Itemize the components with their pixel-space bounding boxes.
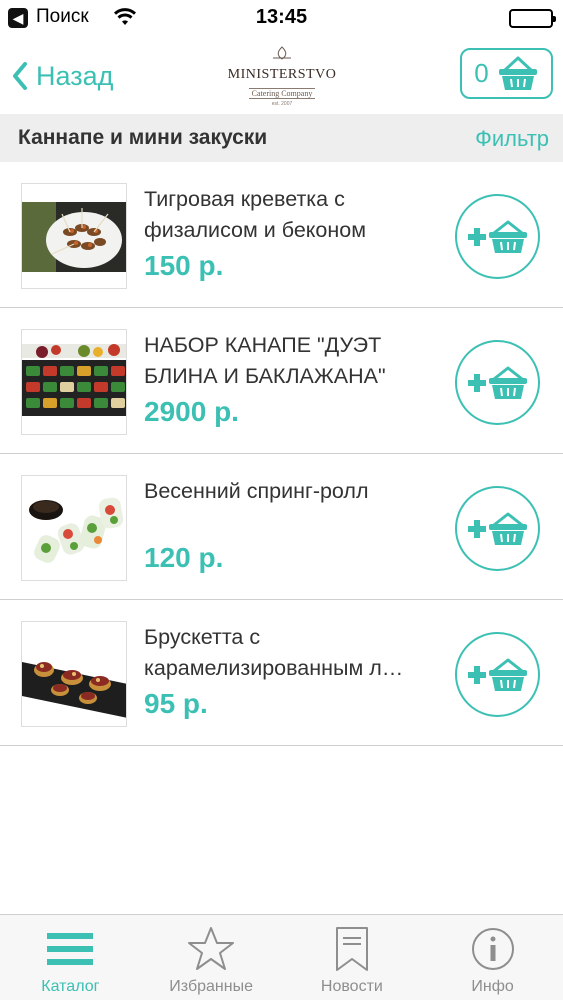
add-to-basket-icon — [467, 366, 527, 399]
product-name: НАБОР КАНАПЕ "ДУЭТ БЛИНА И БАКЛАЖАНА" — [144, 333, 386, 388]
product-thumbnail — [21, 183, 127, 289]
product-name: Брускетта с карамелизированным л… — [144, 625, 404, 680]
product-price: 95 р. — [144, 688, 208, 719]
tab-bar: Каталог Избранные Новости Инфо — [0, 914, 563, 1000]
tab-label: Инфо — [471, 978, 514, 995]
crest-icon — [273, 46, 291, 60]
logo-subtitle: Catering Company — [248, 88, 316, 99]
product-price: 150 р. — [144, 250, 224, 281]
logo-title: MINISTERSTVO — [227, 67, 337, 82]
add-to-cart-button[interactable] — [455, 340, 540, 425]
battery-icon — [509, 9, 556, 28]
cart-button[interactable]: 0 — [460, 48, 553, 99]
product-name: Тигровая креветка с физалисом и беконом — [144, 187, 367, 242]
filter-button[interactable]: Фильтр — [475, 126, 549, 152]
add-to-cart-button[interactable] — [455, 486, 540, 571]
star-icon — [187, 925, 235, 973]
product-row[interactable]: Брускетта с карамелизированным л… 95 р. — [0, 600, 563, 746]
product-name: Весенний спринг-ролл — [144, 479, 369, 503]
add-to-cart-button[interactable] — [455, 632, 540, 717]
clock: 13:45 — [255, 6, 308, 28]
product-row[interactable]: Тигровая креветка с физалисом и беконом … — [0, 162, 563, 308]
brand-logo: MINISTERSTVO Catering Company est. 2007 — [218, 46, 346, 107]
logo-established: est. 2007 — [271, 101, 293, 107]
add-to-basket-icon — [467, 220, 527, 253]
menu-icon — [47, 925, 94, 973]
back-button[interactable]: Назад — [12, 56, 113, 96]
navigation-bar: Назад MINISTERSTVO Catering Company est.… — [0, 36, 563, 114]
product-list: Тигровая креветка с физалисом и беконом … — [0, 162, 563, 746]
product-price: 120 р. — [144, 542, 224, 573]
product-thumbnail — [21, 621, 127, 727]
cart-count: 0 — [474, 58, 489, 88]
category-title: Каннапе и мини закуски — [18, 126, 268, 149]
product-price: 2900 р. — [144, 396, 239, 427]
product-thumbnail — [21, 329, 127, 435]
status-bar: ◀ Поиск 13:45 — [0, 0, 563, 36]
tab-favorites[interactable]: Избранные — [141, 915, 282, 1000]
add-to-cart-button[interactable] — [455, 194, 540, 279]
basket-icon — [498, 56, 537, 90]
tab-catalog[interactable]: Каталог — [0, 915, 141, 1000]
product-row[interactable]: Весенний спринг-ролл 120 р. — [0, 454, 563, 600]
tab-label: Избранные — [169, 978, 253, 995]
chevron-left-icon — [13, 62, 27, 90]
tab-label: Каталог — [41, 978, 100, 995]
product-row[interactable]: НАБОР КАНАПЕ "ДУЭТ БЛИНА И БАКЛАЖАНА" 29… — [0, 308, 563, 454]
tab-info[interactable]: Инфо — [422, 915, 563, 1000]
category-header: Каннапе и мини закуски Фильтр — [0, 114, 563, 162]
product-thumbnail — [21, 475, 127, 581]
back-label: Назад — [36, 60, 114, 91]
add-to-basket-icon — [467, 512, 527, 545]
tab-news[interactable]: Новости — [282, 915, 423, 1000]
bookmark-icon — [334, 925, 370, 973]
tab-label: Новости — [320, 978, 383, 995]
info-icon — [470, 925, 516, 973]
add-to-basket-icon — [467, 658, 527, 691]
